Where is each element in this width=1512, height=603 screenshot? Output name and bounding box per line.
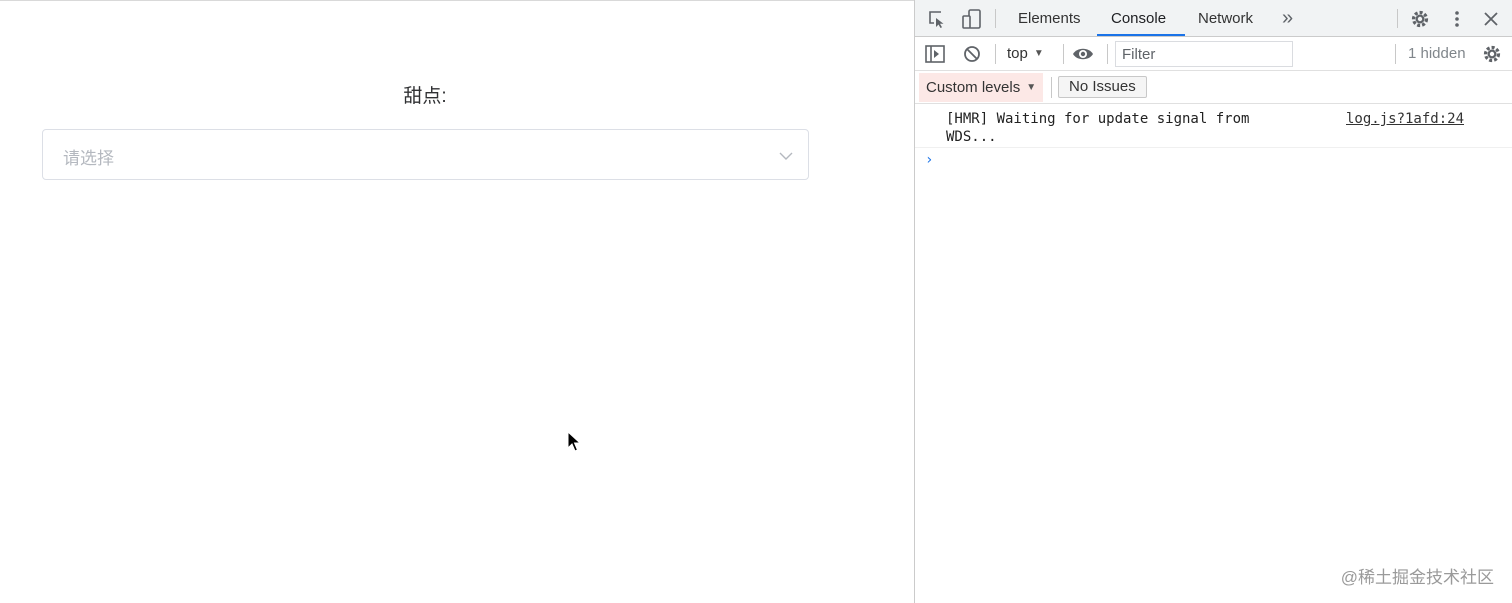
console-message-text: [HMR] Waiting for update signal from WDS… [946,111,1250,145]
chevron-down-icon [779,152,793,160]
clear-console-icon[interactable] [963,45,981,63]
caret-down-icon: ▼ [1033,48,1044,59]
log-levels-dropdown[interactable]: Custom levels ▼ [919,73,1044,102]
device-toolbar-icon[interactable] [961,8,983,30]
console-settings-gear-icon[interactable] [1482,44,1502,64]
tab-network[interactable]: Network [1198,10,1253,27]
more-tabs-icon[interactable]: » [1282,7,1293,30]
inspect-element-icon[interactable] [927,9,947,29]
console-prompt-input[interactable] [943,150,1503,172]
context-value: top [1007,45,1028,62]
toolbar-divider [1107,44,1108,64]
caret-down-icon: ▼ [1026,82,1037,93]
console-filter-input[interactable] [1115,41,1293,67]
dessert-label: 甜点: [403,86,447,107]
tab-elements[interactable]: Elements [1018,10,1081,27]
toolbar-divider [995,44,996,64]
console-message: [HMR] Waiting for update signal from WDS… [915,105,1512,148]
console-message-source-link[interactable]: log.js?1afd:24 [1346,110,1464,128]
toolbar-divider [995,9,996,28]
log-levels-label: Custom levels [926,79,1021,96]
toolbar-divider [1395,44,1396,64]
mouse-cursor-icon [567,431,582,452]
console-prompt-icon: › [925,152,934,168]
settings-gear-icon[interactable] [1410,9,1430,29]
live-expression-eye-icon[interactable] [1072,46,1094,62]
console-toolbar: top ▼ 1 hidden [915,37,1512,71]
close-icon[interactable] [1483,11,1499,27]
toolbar-divider [1051,77,1052,98]
devtools-panel: Elements Console Network » top ▼ Filter … [914,0,1512,603]
hidden-messages-count: 1 hidden [1408,45,1466,62]
console-levels-bar: Custom levels ▼ No Issues [915,71,1512,104]
toolbar-divider [1397,9,1398,28]
tab-console[interactable]: Console [1111,10,1166,27]
more-options-icon[interactable] [1451,9,1463,29]
select-placeholder: 请选择 [63,149,114,168]
context-select[interactable]: top ▼ [1007,45,1044,62]
active-tab-indicator [1097,34,1185,36]
page-viewport: 甜点: 请选择 [0,0,914,603]
dessert-select[interactable]: 请选择 [42,129,809,180]
devtools-tabbar: Elements Console Network » [915,0,1512,37]
toolbar-divider [1063,44,1064,64]
issues-button[interactable]: No Issues [1058,76,1147,98]
show-sidebar-icon[interactable] [925,45,945,63]
watermark: @稀土掘金技术社区 [1340,568,1494,587]
